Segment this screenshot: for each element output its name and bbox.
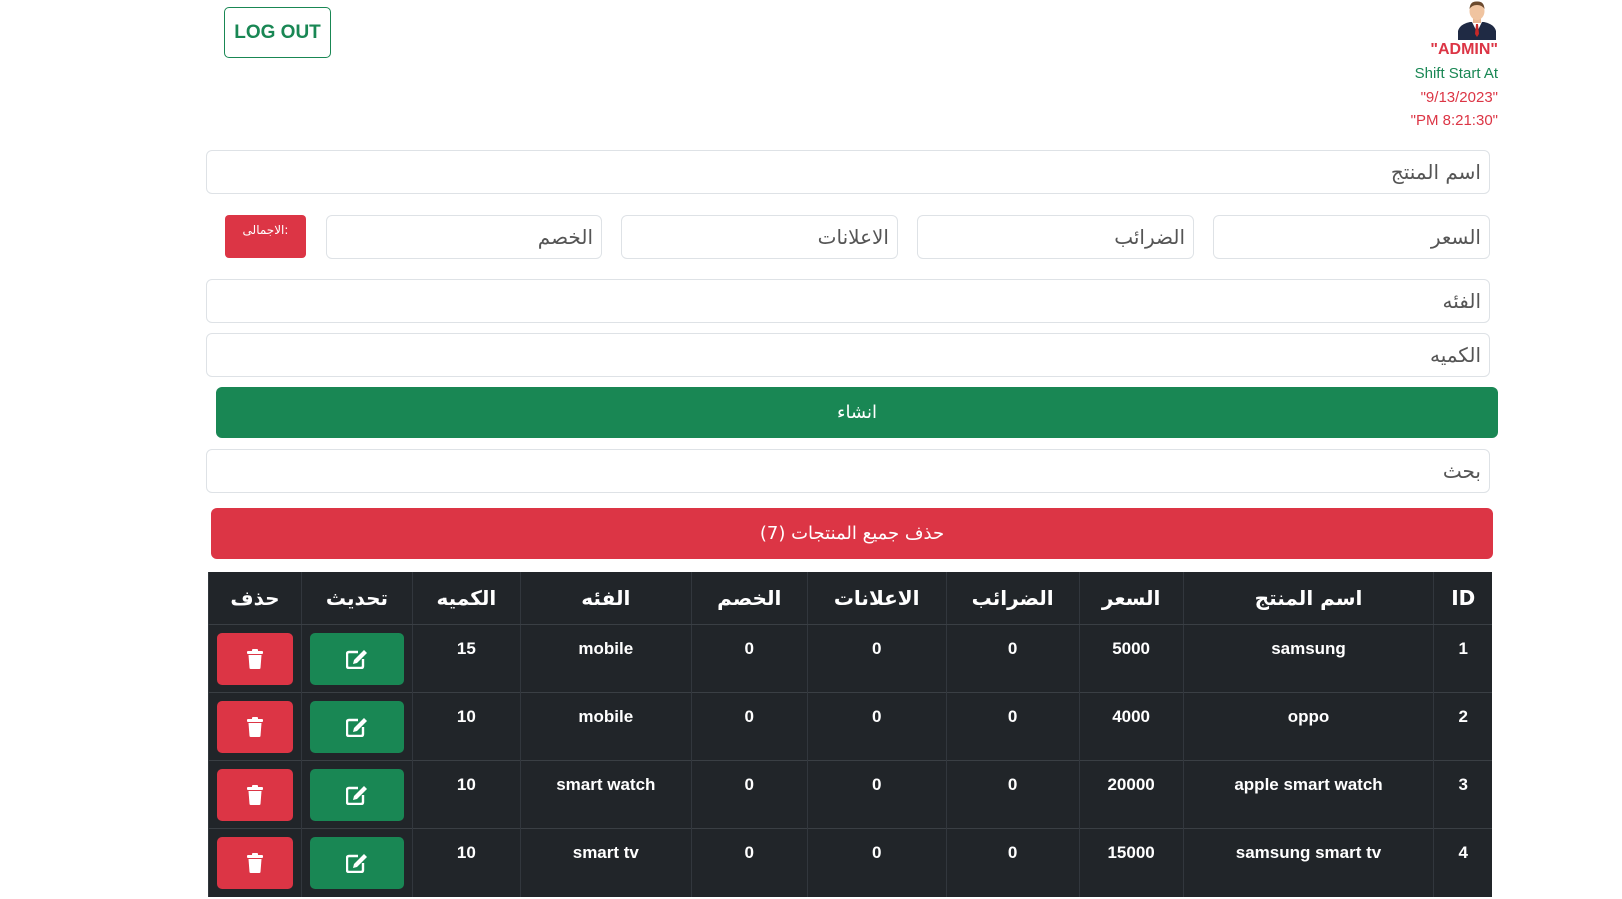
- ads-input[interactable]: [621, 215, 898, 259]
- price-input[interactable]: [1213, 215, 1490, 259]
- quantity-input[interactable]: [206, 333, 1490, 377]
- cell-id: 2: [1433, 692, 1492, 761]
- edit-icon: [345, 650, 367, 669]
- delete-all-button[interactable]: حذف جميع المنتجات (7): [211, 508, 1493, 559]
- discount-input[interactable]: [326, 215, 602, 259]
- trash-icon: [246, 785, 263, 805]
- products-table: حذف تحديث الكميه الفئه الخصم الاعلانات ا…: [208, 572, 1492, 897]
- cell-price: 5000: [1078, 624, 1184, 693]
- delete-cell: [208, 624, 302, 693]
- edit-icon: [345, 718, 367, 737]
- cell-id: 3: [1433, 760, 1492, 829]
- cell-quantity: 15: [411, 624, 521, 693]
- shift-start-label: Shift Start At: [1414, 65, 1498, 82]
- admin-avatar-icon: [1458, 1, 1496, 40]
- update-cell: [300, 828, 413, 897]
- cell-taxes: 0: [945, 828, 1080, 897]
- delete-row-button[interactable]: [217, 837, 293, 889]
- cell-product-name: samsung smart tv: [1182, 828, 1434, 897]
- table-row: 10 smart watch 0 0 0 20000 apple smart w…: [208, 760, 1492, 829]
- update-row-button[interactable]: [309, 837, 404, 889]
- delete-cell: [208, 828, 302, 897]
- search-input[interactable]: [206, 449, 1490, 493]
- shift-start-time: "PM 8:21:30": [1410, 112, 1498, 129]
- taxes-input[interactable]: [917, 215, 1194, 259]
- cell-taxes: 0: [945, 760, 1080, 829]
- header-discount: الخصم: [690, 572, 808, 625]
- update-row-button[interactable]: [309, 633, 404, 685]
- total-badge: الاجمالى:: [225, 215, 306, 258]
- cell-price: 4000: [1078, 692, 1184, 761]
- cell-category: smart tv: [519, 828, 692, 897]
- cell-taxes: 0: [945, 624, 1080, 693]
- delete-cell: [208, 692, 302, 761]
- cell-discount: 0: [690, 692, 808, 761]
- delete-row-button[interactable]: [217, 769, 293, 821]
- cell-id: 4: [1433, 828, 1492, 897]
- cell-product-name: samsung: [1182, 624, 1434, 693]
- header-update: تحديث: [300, 572, 413, 625]
- cell-ads: 0: [806, 624, 947, 693]
- cell-price: 20000: [1078, 760, 1184, 829]
- cell-taxes: 0: [945, 692, 1080, 761]
- cell-quantity: 10: [411, 692, 521, 761]
- cell-product-name: apple smart watch: [1182, 760, 1434, 829]
- cell-ads: 0: [806, 760, 947, 829]
- header-delete: حذف: [208, 572, 302, 625]
- cell-discount: 0: [690, 624, 808, 693]
- delete-row-button[interactable]: [217, 633, 293, 685]
- cell-price: 15000: [1078, 828, 1184, 897]
- cell-ads: 0: [806, 828, 947, 897]
- cell-category: mobile: [519, 692, 692, 761]
- edit-icon: [345, 786, 367, 805]
- update-cell: [300, 624, 413, 693]
- header-category: الفئه: [519, 572, 692, 625]
- cell-category: mobile: [519, 624, 692, 693]
- cell-discount: 0: [690, 828, 808, 897]
- header-price: السعر: [1078, 572, 1184, 625]
- header-taxes: الضرائب: [945, 572, 1080, 625]
- shift-start-date: "9/13/2023": [1420, 89, 1498, 106]
- cell-quantity: 10: [411, 828, 521, 897]
- table-row: 10 smart tv 0 0 0 15000 samsung smart tv…: [208, 828, 1492, 897]
- user-role: "ADMIN": [1430, 41, 1498, 58]
- delete-cell: [208, 760, 302, 829]
- trash-icon: [246, 717, 263, 737]
- header-product-name: اسم المنتج: [1182, 572, 1434, 625]
- edit-icon: [345, 854, 367, 873]
- cell-product-name: oppo: [1182, 692, 1434, 761]
- trash-icon: [246, 853, 263, 873]
- product-name-input[interactable]: [206, 150, 1490, 194]
- cell-quantity: 10: [411, 760, 521, 829]
- update-cell: [300, 760, 413, 829]
- create-button[interactable]: انشاء: [216, 387, 1498, 438]
- cell-ads: 0: [806, 692, 947, 761]
- cell-category: smart watch: [519, 760, 692, 829]
- table-row: 10 mobile 0 0 0 4000 oppo 2: [208, 692, 1492, 761]
- trash-icon: [246, 649, 263, 669]
- header-quantity: الكميه: [411, 572, 521, 625]
- header-ads: الاعلانات: [806, 572, 947, 625]
- delete-row-button[interactable]: [217, 701, 293, 753]
- cell-discount: 0: [690, 760, 808, 829]
- table-row: 15 mobile 0 0 0 5000 samsung 1: [208, 624, 1492, 693]
- category-input[interactable]: [206, 279, 1490, 323]
- cell-id: 1: [1433, 624, 1492, 693]
- table-header-row: حذف تحديث الكميه الفئه الخصم الاعلانات ا…: [208, 572, 1492, 625]
- header-id: ID: [1433, 572, 1492, 625]
- logout-button[interactable]: LOG OUT: [224, 7, 331, 58]
- update-row-button[interactable]: [309, 769, 404, 821]
- update-cell: [300, 692, 413, 761]
- update-row-button[interactable]: [309, 701, 404, 753]
